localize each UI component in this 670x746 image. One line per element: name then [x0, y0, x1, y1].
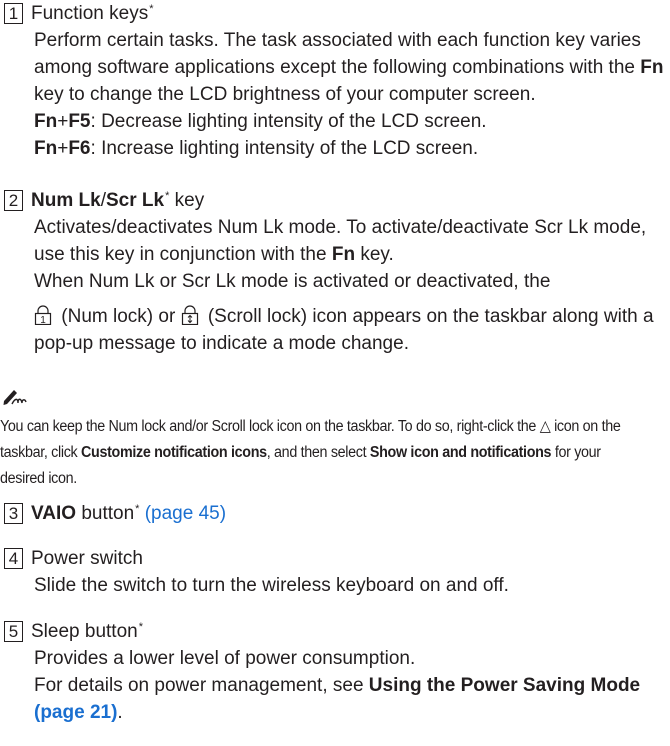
desc-text: Slide the switch to turn the wireless ke…	[34, 575, 509, 596]
item-number: 1	[4, 3, 23, 24]
power-saving-mode-label: Using the Power Saving Mode	[368, 675, 641, 696]
num-lock-icon: 1	[34, 305, 52, 325]
f5-text: : Decrease lighting intensity of the LCD…	[90, 111, 487, 132]
item-heading: 4 Power switch	[4, 545, 666, 572]
footnote-star: *	[135, 503, 140, 515]
fn-label: Fn	[34, 138, 58, 159]
item-heading: 2 Num Lk/Scr Lk* key	[4, 187, 666, 214]
plus-sign: +	[57, 138, 69, 159]
footnote-star: *	[138, 621, 143, 633]
desc-text: Perform certain tasks. The task associat…	[34, 30, 641, 78]
item-number: 5	[4, 621, 23, 642]
vaio-label: VAIO	[31, 503, 77, 524]
note-text: You can keep the Num lock and/or Scroll …	[0, 414, 621, 492]
item-description-2: When Num Lk or Scr Lk mode is activated …	[34, 268, 666, 295]
item-description: Slide the switch to turn the wireless ke…	[34, 572, 666, 599]
item-number: 2	[4, 190, 23, 211]
fn-f5-line: Fn+F5: Decrease lighting intensity of th…	[34, 108, 666, 135]
item-power-switch: 4 Power switch Slide the switch to turn t…	[4, 545, 666, 599]
button-word: button	[76, 503, 135, 524]
desc-text: Provides a lower level of power consumpt…	[34, 648, 416, 669]
note-paragraph: You can keep the Num lock and/or Scroll …	[0, 414, 621, 492]
show-icon-notifications-label: Show icon and notifications	[369, 444, 552, 461]
desc-text-end: key.	[355, 244, 394, 265]
item-description-2: For details on power management, see Usi…	[34, 672, 666, 726]
f5-label: F5	[68, 111, 91, 132]
page-21-link[interactable]: (page 21)	[34, 702, 117, 723]
item-title: Power switch	[31, 548, 143, 569]
customize-notification-icons-label: Customize notification icons	[81, 444, 267, 461]
item-description: Perform certain tasks. The task associat…	[34, 27, 666, 108]
desc-text: When Num Lk or Scr Lk mode is activated …	[34, 271, 551, 292]
period: .	[117, 702, 123, 723]
triangle-icon: △	[539, 418, 551, 435]
num-lock-text: (Num lock) or	[56, 306, 181, 327]
item-heading: 1 Function keys*	[4, 0, 666, 27]
fn-label: Fn	[34, 111, 58, 132]
item-function-keys: 1 Function keys* Perform certain tasks. T…	[4, 0, 666, 162]
f6-text: : Increase lighting intensity of the LCD…	[90, 138, 479, 159]
item-title: Function keys	[31, 3, 149, 24]
plus-sign: +	[57, 111, 69, 132]
note-pencil-icon	[3, 390, 27, 405]
item-heading: 5 Sleep button*	[4, 618, 666, 645]
item-number: 3	[4, 503, 23, 524]
item-description: Activates/deactivates Num Lk mode. To ac…	[34, 214, 666, 268]
footnote-star: *	[149, 3, 154, 15]
note-text-1: You can keep the Num lock and/or Scroll …	[0, 418, 540, 435]
item-vaio-button: 3 VAIO button* (page 45)	[4, 500, 666, 527]
svg-text:1: 1	[40, 315, 46, 325]
fn-key-label: Fn	[331, 244, 356, 265]
scroll-lock-icon	[181, 305, 198, 325]
item-num-lk-scr-lk: 2 Num Lk/Scr Lk* key Activates/deactivate…	[4, 187, 666, 357]
item-sleep-button: 5 Sleep button* Provides a lower level of…	[4, 618, 666, 726]
f6-label: F6	[68, 138, 91, 159]
desc-text: For details on power management, see	[34, 675, 369, 696]
fn-key-label: Fn	[640, 57, 664, 78]
desc-text-end: key to change the LCD brightness of your…	[34, 84, 536, 105]
fn-f6-line: Fn+F6: Increase lighting intensity of th…	[34, 135, 666, 162]
item-title: Sleep button	[31, 621, 138, 642]
page-45-link[interactable]: (page 45)	[145, 503, 226, 524]
key-word: key	[169, 190, 205, 211]
item-number: 4	[4, 548, 23, 569]
num-lk-label: Num Lk	[31, 190, 101, 211]
item-description: Provides a lower level of power consumpt…	[34, 645, 666, 672]
scr-lk-label: Scr Lk	[105, 190, 165, 211]
item-heading: 3 VAIO button* (page 45)	[4, 500, 666, 527]
item-description-3: 1 (Num lock) or (Scroll lock) icon appea…	[34, 303, 666, 357]
note-text-3: , and then select	[266, 444, 370, 461]
